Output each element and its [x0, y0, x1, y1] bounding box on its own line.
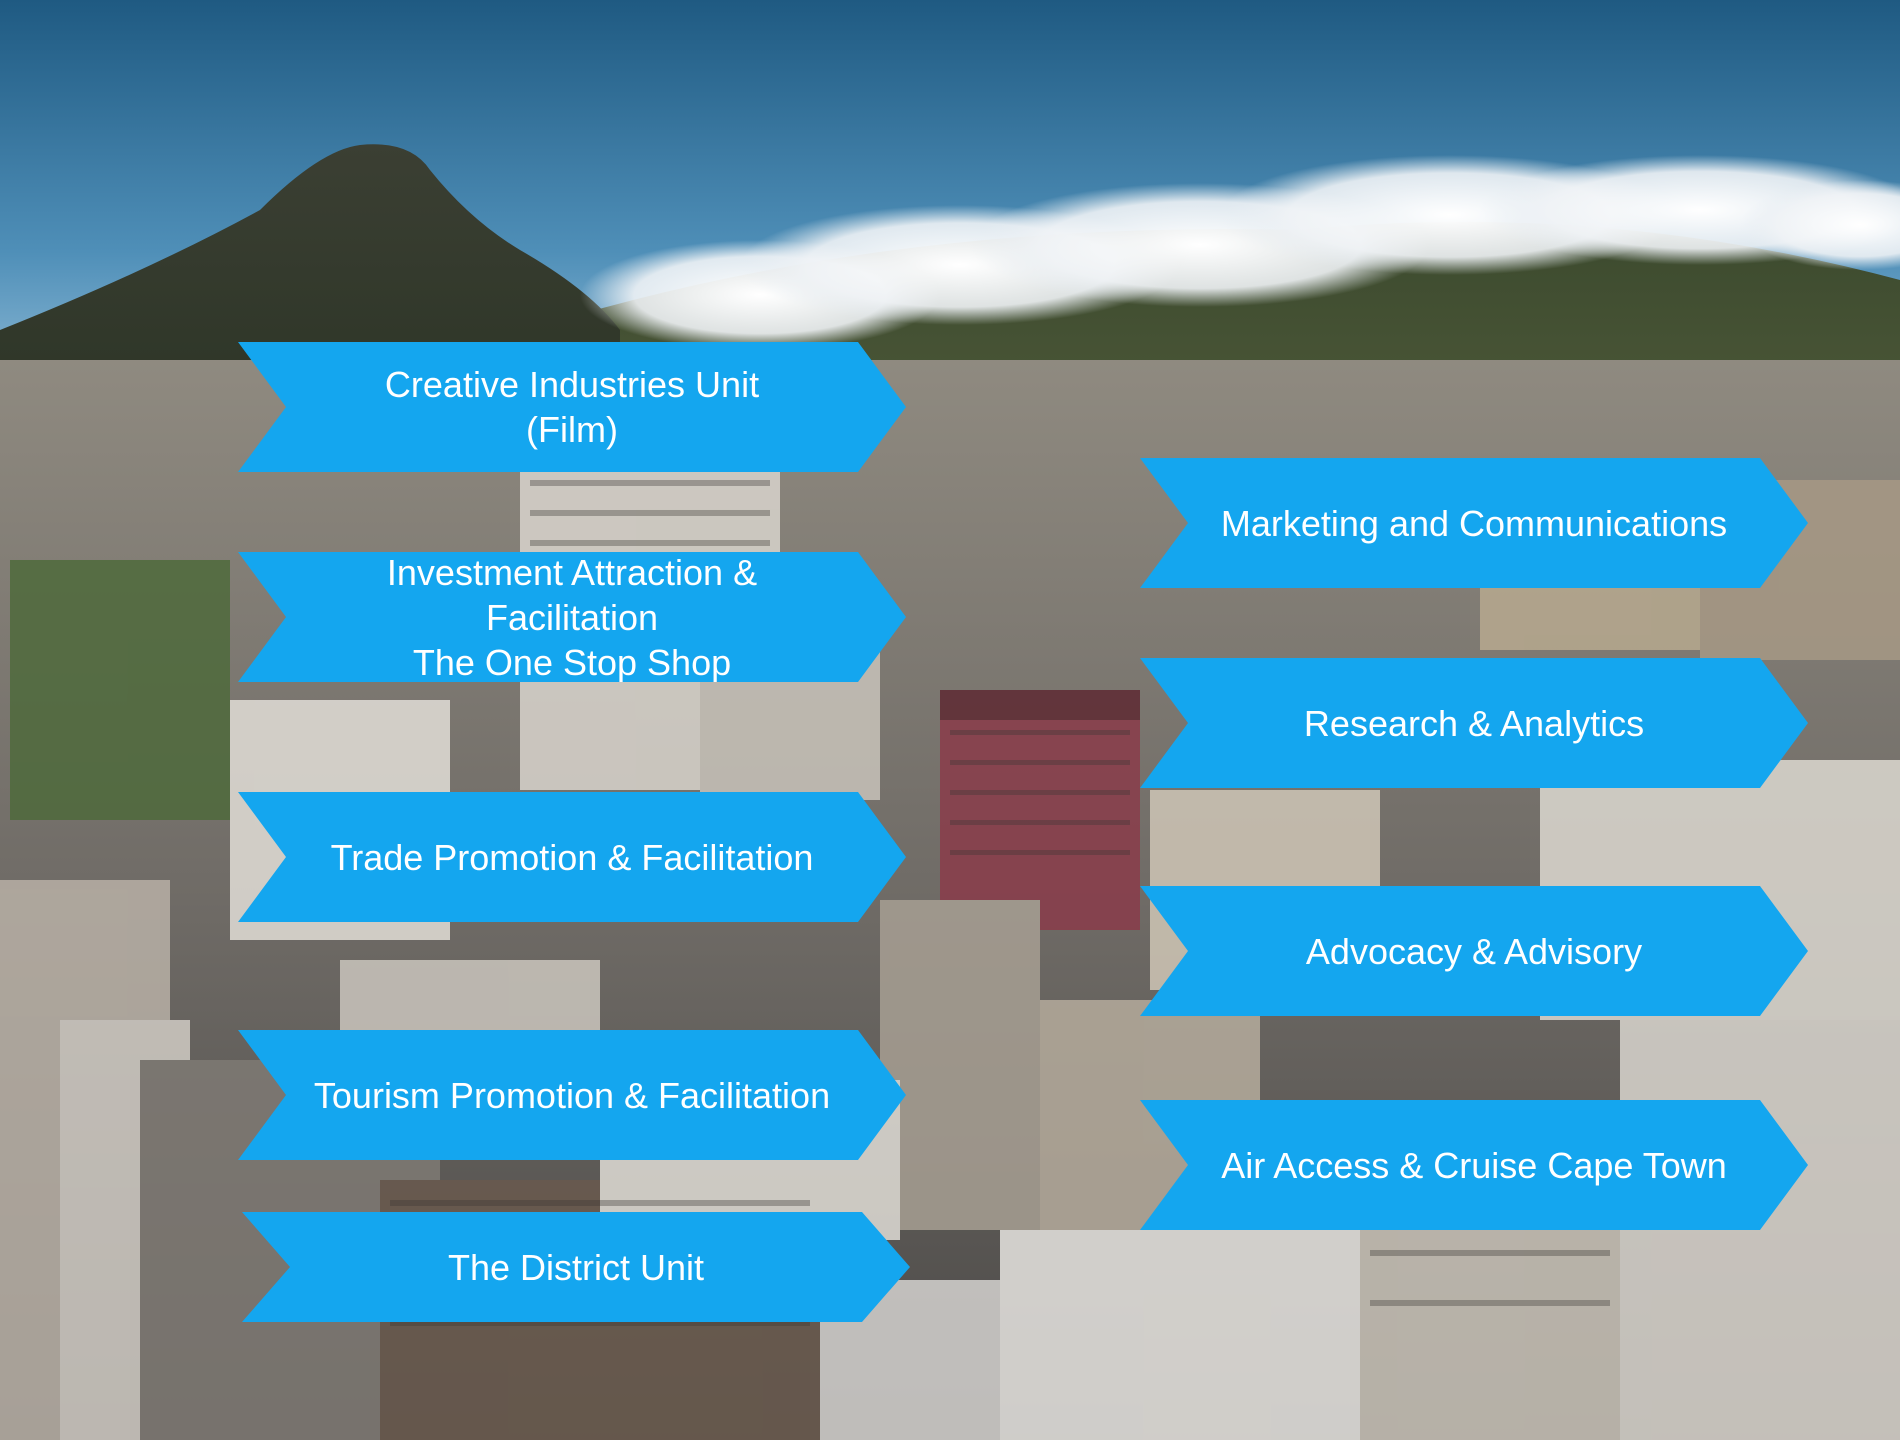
chevron-creative-industries-unit: Creative Industries Unit (Film)	[238, 342, 906, 472]
chevron-label-line: Research & Analytics	[1303, 702, 1645, 744]
chevron-marketing-communications: Marketing and Communications	[1140, 458, 1808, 588]
chevron-air-access-cruise: Air Access & Cruise Cape Town	[1140, 1100, 1808, 1230]
chevron-label-line: The District Unit	[447, 1246, 705, 1288]
chevron-label-line: Air Access & Cruise Cape Town	[1221, 1144, 1727, 1186]
chevron-investment-attraction: Investment Attraction & Facilitation The…	[238, 552, 906, 682]
chevron-label-line: Advocacy & Advisory	[1305, 930, 1643, 972]
chevron-research-analytics: Research & Analytics	[1140, 658, 1808, 788]
chevron-advocacy-advisory: Advocacy & Advisory	[1140, 886, 1808, 1016]
chevron-label-line: Investment Attraction &	[386, 551, 758, 593]
chevron-trade-promotion: Trade Promotion & Facilitation	[238, 792, 906, 922]
chevron-label-line: Creative Industries Unit	[384, 364, 760, 405]
chevron-district-unit: The District Unit	[242, 1212, 910, 1322]
slide: Creative Industries Unit (Film) Investme…	[0, 0, 1900, 1440]
chevron-label-line: Facilitation	[485, 596, 659, 638]
chevron-label-line: Tourism Promotion & Facilitation	[313, 1074, 831, 1116]
chevron-tourism-promotion: Tourism Promotion & Facilitation	[238, 1030, 906, 1160]
chevron-label-line: Trade Promotion & Facilitation	[330, 836, 814, 878]
chevron-label-line: Marketing and Communications	[1220, 502, 1728, 544]
chevron-label-line: (Film)	[526, 409, 618, 450]
chevron-label-line: The One Stop Shop	[412, 641, 732, 683]
